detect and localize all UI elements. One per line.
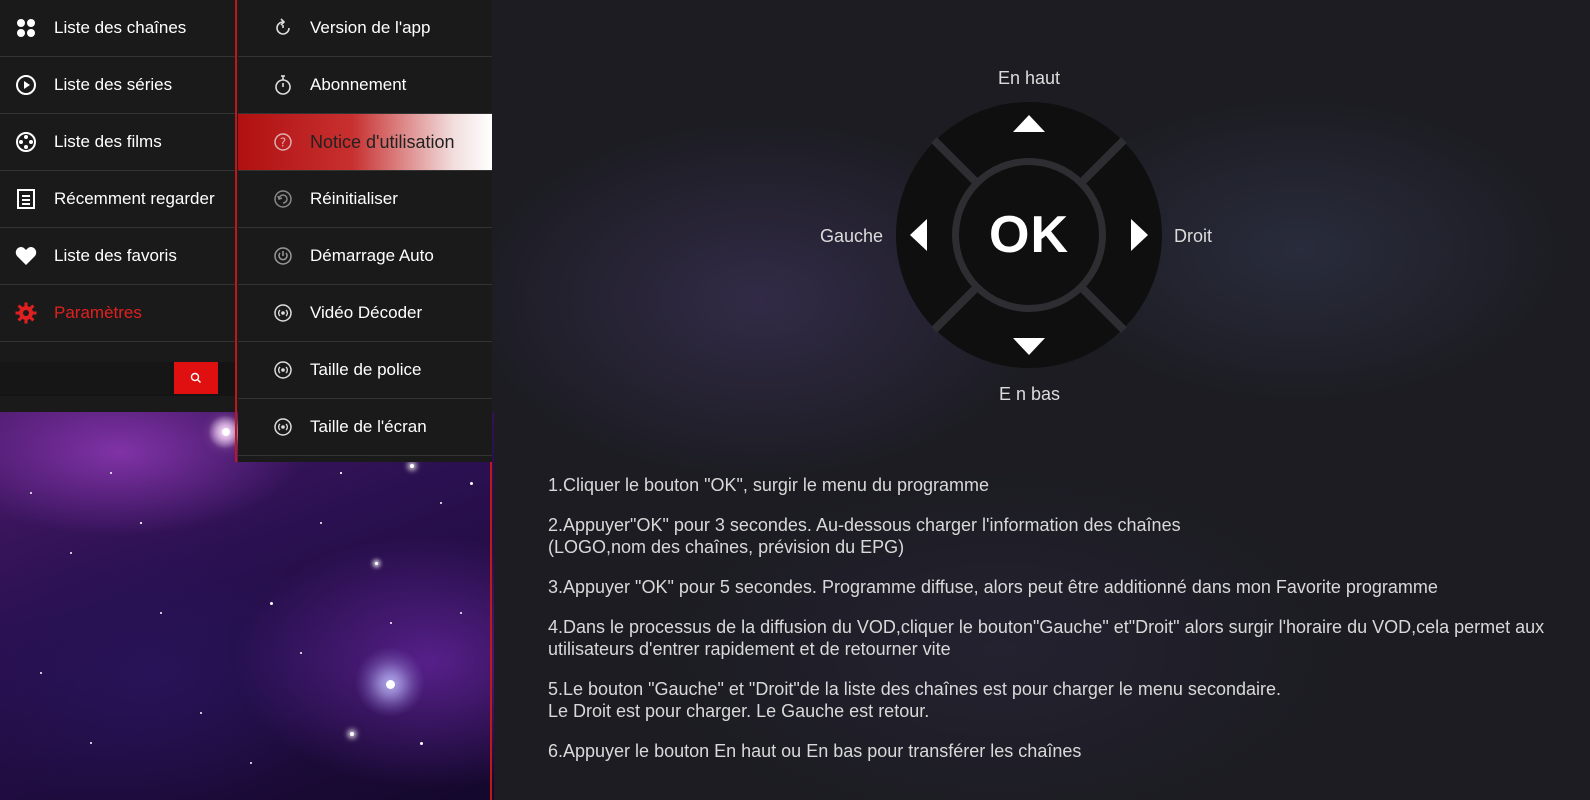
grid-icon	[14, 16, 38, 40]
stopwatch-icon	[272, 74, 294, 96]
search-bar	[0, 362, 236, 396]
menu-item-settings[interactable]: Paramètres	[0, 285, 236, 342]
settings-item-label: Taille de l'écran	[310, 417, 427, 436]
settings-submenu: Version de l'app Abonnement ? Notice d'u…	[238, 0, 492, 462]
settings-item-subscription[interactable]: Abonnement	[238, 57, 492, 114]
settings-item-video-decoder[interactable]: Vidéo Décoder	[238, 285, 492, 342]
menu-item-label: Liste des favoris	[54, 246, 177, 265]
settings-item-app-version[interactable]: Version de l'app	[238, 0, 492, 57]
broadcast-icon	[272, 359, 294, 381]
question-circle-icon: ?	[272, 131, 294, 153]
direction-label-up: En haut	[998, 68, 1061, 88]
instruction-item: 2.Appuyer"OK" pour 3 secondes. Au-dessou…	[548, 515, 1181, 557]
menu-item-label: Paramètres	[54, 303, 142, 322]
play-circle-icon	[14, 73, 38, 97]
ok-button-label: OK	[989, 206, 1069, 264]
settings-item-label: Notice d'utilisation	[310, 131, 455, 152]
broadcast-icon	[272, 416, 294, 438]
instruction-item: 4.Dans le processus de la diffusion du V…	[548, 617, 1545, 659]
instruction-item: 1.Cliquer le bouton "OK", surgir le menu…	[548, 475, 989, 495]
refresh-icon	[272, 17, 294, 39]
instruction-item: 3.Appuyer "OK" pour 5 secondes. Programm…	[548, 577, 1438, 597]
heart-icon	[14, 244, 38, 268]
menu-item-label: Récemment regarder	[54, 189, 215, 208]
instruction-item: 6.Appuyer le bouton En haut ou En bas po…	[548, 741, 1082, 761]
menu-item-films[interactable]: Liste des films	[0, 114, 236, 171]
settings-item-label: Réinitialiser	[310, 189, 398, 208]
search-input[interactable]	[0, 362, 170, 394]
settings-item-auto-start[interactable]: Démarrage Auto	[238, 228, 492, 285]
settings-item-user-guide[interactable]: ? Notice d'utilisation	[238, 114, 492, 171]
menu-divider	[235, 0, 237, 462]
menu-item-favorites[interactable]: Liste des favoris	[0, 228, 236, 285]
settings-item-label: Version de l'app	[310, 18, 431, 37]
reset-icon	[272, 188, 294, 210]
direction-label-left: Gauche	[820, 226, 884, 246]
menu-item-channels[interactable]: Liste des chaînes	[0, 0, 236, 57]
menu-item-series[interactable]: Liste des séries	[0, 57, 236, 114]
power-icon	[272, 245, 294, 267]
settings-item-font-size[interactable]: Taille de police	[238, 342, 492, 399]
broadcast-icon	[272, 302, 294, 324]
direction-label-down: E n bas	[999, 384, 1061, 404]
settings-item-label: Vidéo Décoder	[310, 303, 423, 322]
instructions-list: 1.Cliquer le bouton "OK", surgir le menu…	[548, 474, 1588, 780]
settings-item-label: Démarrage Auto	[310, 246, 434, 265]
space-background-image	[0, 412, 494, 800]
user-guide-panel: En haut E n bas Gauche Droit OK 1.Clique…	[494, 0, 1590, 800]
menu-item-recent[interactable]: Récemment regarder	[0, 171, 236, 228]
svg-text:?: ?	[280, 136, 286, 150]
main-menu: Liste des chaînes Liste des séries Liste…	[0, 0, 236, 412]
gear-icon	[14, 301, 38, 325]
settings-item-label: Taille de police	[310, 360, 422, 379]
menu-item-label: Liste des séries	[54, 75, 173, 94]
document-list-icon	[14, 187, 38, 211]
film-reel-icon	[14, 130, 38, 154]
direction-label-right: Droit	[1174, 226, 1213, 246]
menu-item-label: Liste des chaînes	[54, 18, 187, 37]
settings-item-reset[interactable]: Réinitialiser	[238, 171, 492, 228]
settings-item-label: Abonnement	[310, 75, 407, 94]
settings-item-screen-size[interactable]: Taille de l'écran	[238, 399, 492, 456]
search-icon	[190, 372, 201, 383]
instruction-item: 5.Le bouton "Gauche" et "Droit"de la lis…	[548, 679, 1281, 721]
menu-item-label: Liste des films	[54, 132, 162, 151]
search-button[interactable]	[174, 362, 218, 394]
